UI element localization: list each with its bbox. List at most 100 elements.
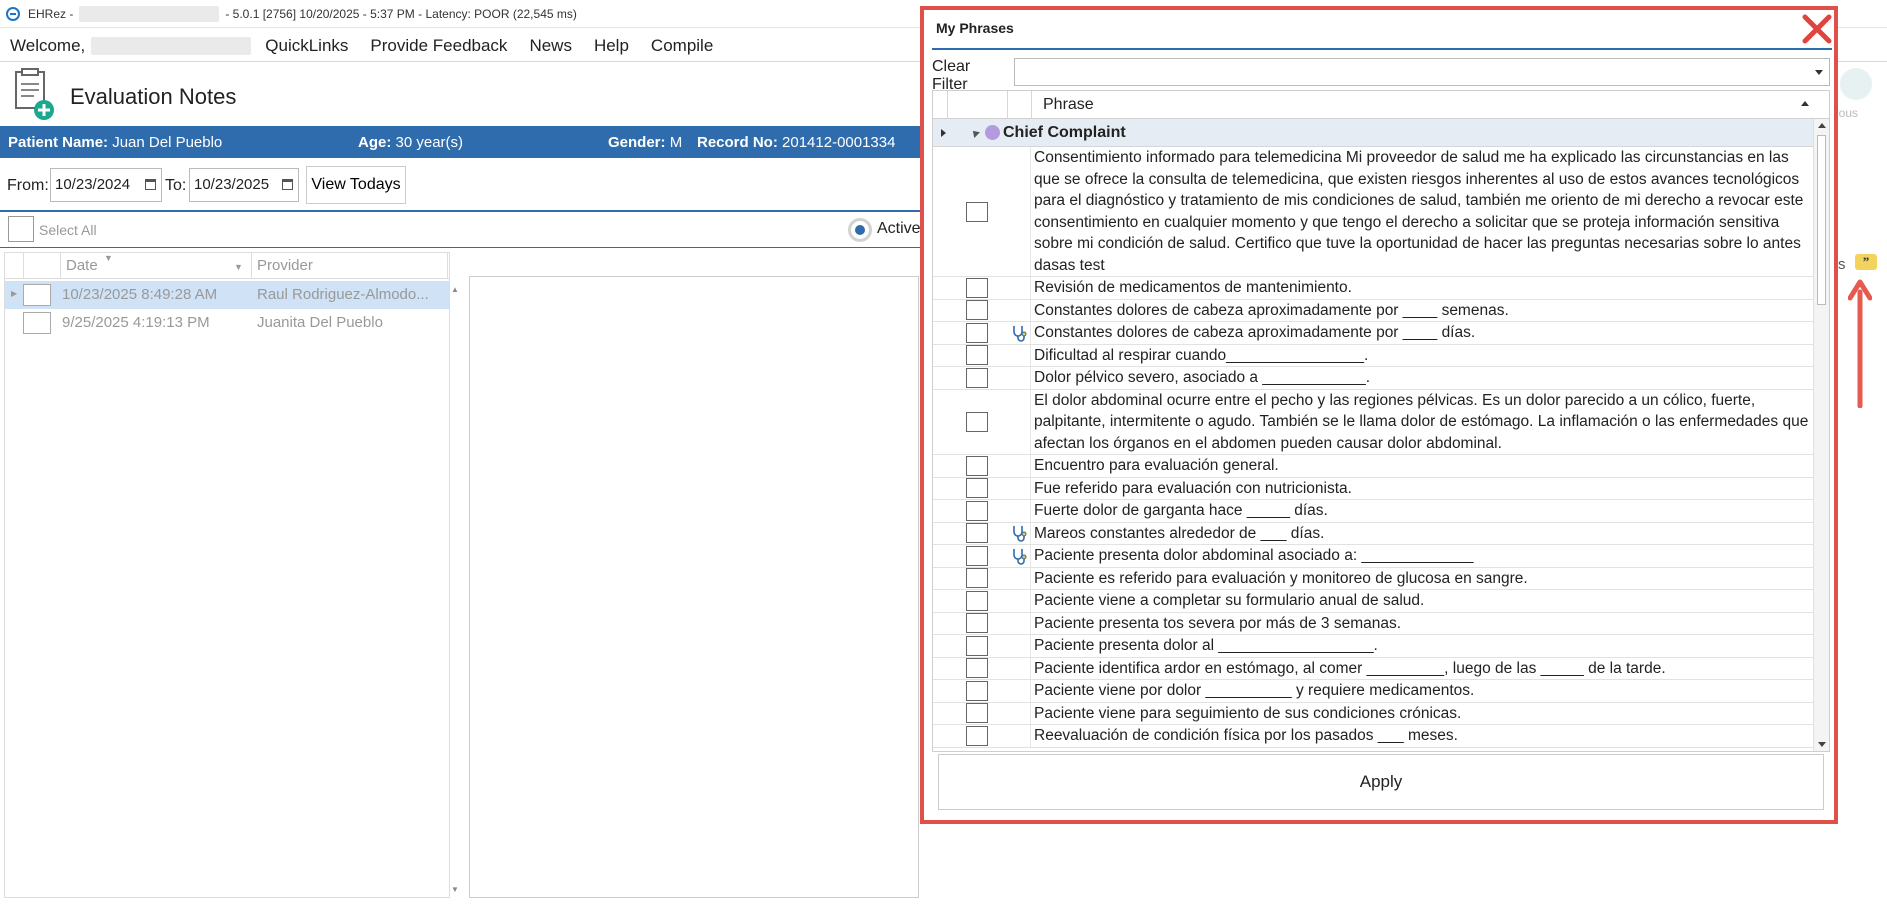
active-radio[interactable] (848, 218, 872, 242)
row-checkbox[interactable] (23, 312, 51, 334)
phrase-checkbox[interactable] (966, 568, 988, 589)
phrase-checkbox[interactable] (966, 455, 988, 476)
phrase-checkbox[interactable] (966, 300, 988, 321)
phrase-row[interactable]: Mareos constantes alrededor de ___ días. (933, 522, 1813, 545)
row-checkbox-cell[interactable] (947, 568, 1007, 590)
row-checkbox-cell[interactable] (947, 367, 1007, 389)
phrase-row[interactable]: Paciente es referido para evaluación y m… (933, 567, 1813, 590)
menu-help[interactable]: Help (594, 36, 629, 56)
row-checkbox-cell[interactable] (947, 478, 1007, 500)
header-date[interactable]: Date (66, 257, 98, 274)
menu-compile[interactable]: Compile (651, 36, 713, 56)
row-checkbox-cell[interactable] (947, 613, 1007, 635)
row-checkbox-cell[interactable] (947, 322, 1007, 344)
row-checkbox-cell[interactable] (947, 545, 1007, 567)
row-checkbox-cell[interactable] (947, 345, 1007, 367)
phrase-row[interactable]: Constantes dolores de cabeza aproximadam… (933, 299, 1813, 322)
phrase-checkbox[interactable] (966, 322, 988, 343)
phrase-checkbox[interactable] (966, 411, 988, 432)
row-checkbox-cell[interactable] (947, 300, 1007, 322)
calendar-icon[interactable] (145, 179, 156, 190)
scroll-down-icon[interactable]: ▼ (451, 885, 459, 894)
phrase-row[interactable]: Paciente viene para seguimiento de sus c… (933, 702, 1813, 725)
table-row[interactable]: ▶ 10/23/2025 8:49:28 AM Raul Rodriguez-A… (5, 281, 449, 309)
phrase-row[interactable]: Paciente viene a completar su formulario… (933, 590, 1813, 613)
expander-icon[interactable] (941, 129, 946, 137)
phrase-checkbox[interactable] (966, 367, 988, 388)
row-checkbox-cell[interactable] (947, 590, 1007, 612)
phrase-checkbox[interactable] (966, 523, 988, 544)
phrase-checkbox[interactable] (966, 201, 988, 222)
vertical-scrollbar[interactable] (1813, 119, 1829, 751)
phrase-row[interactable]: Constantes dolores de cabeza aproximadam… (933, 322, 1813, 345)
phrases-quote-icon[interactable]: ” (1855, 254, 1877, 270)
view-todays-button[interactable]: View Todays (306, 166, 406, 204)
phrase-row[interactable]: Revisión de medicamentos de mantenimient… (933, 277, 1813, 300)
phrase-checkbox[interactable] (966, 277, 988, 298)
row-checkbox-cell[interactable] (947, 680, 1007, 702)
row-checkbox-cell[interactable] (947, 523, 1007, 545)
close-button[interactable] (1800, 12, 1834, 46)
phrase-row[interactable]: El dolor abdominal ocurre entre el pecho… (933, 389, 1813, 455)
phrase-checkbox[interactable] (966, 613, 988, 634)
collapse-icon[interactable] (970, 128, 980, 138)
row-checkbox-cell[interactable] (947, 390, 1007, 455)
phrase-checkbox[interactable] (966, 345, 988, 366)
toolbar-stub[interactable]: ious (1836, 64, 1886, 124)
phrase-checkbox[interactable] (966, 703, 988, 724)
apply-button[interactable]: Apply (938, 754, 1824, 810)
row-checkbox-cell[interactable] (947, 500, 1007, 522)
header-phrase[interactable]: Phrase (1043, 96, 1094, 114)
phrase-row[interactable]: Consentimiento informado para telemedici… (933, 147, 1813, 277)
phrase-row[interactable]: Paciente viene por dolor __________ y re… (933, 680, 1813, 703)
phrase-row[interactable]: Reevaluación de condición física por los… (933, 725, 1813, 748)
menu-news[interactable]: News (529, 36, 572, 56)
sort-asc-icon[interactable] (1801, 101, 1809, 106)
row-checkbox-cell[interactable] (947, 703, 1007, 725)
row-checkbox-cell[interactable] (947, 658, 1007, 680)
row-checkbox-cell[interactable] (947, 725, 1007, 747)
phrase-row[interactable]: Fuerte dolor de garganta hace _____ días… (933, 500, 1813, 523)
menu-provide-feedback[interactable]: Provide Feedback (370, 36, 507, 56)
phrase-checkbox[interactable] (966, 590, 988, 611)
menu-quicklinks[interactable]: QuickLinks (265, 36, 348, 56)
phrase-checkbox[interactable] (966, 680, 988, 701)
group-row-chief-complaint[interactable]: Chief Complaint (933, 119, 1813, 147)
phrase-checkbox[interactable] (966, 478, 988, 499)
chevron-down-icon[interactable] (1815, 70, 1823, 75)
previous-icon[interactable] (1840, 68, 1872, 100)
row-checkbox-cell[interactable] (947, 455, 1007, 477)
row-checkbox-cell[interactable] (947, 635, 1007, 657)
phrase-row[interactable]: Paciente presenta tos severa por más de … (933, 612, 1813, 635)
table-row[interactable]: 9/25/2025 4:19:13 PM Juanita Del Pueblo (5, 309, 449, 337)
close-icon[interactable] (1800, 12, 1834, 46)
clear-filter-button[interactable]: Clear Filter (932, 58, 1010, 93)
to-date-input[interactable]: 10/23/2025 (189, 168, 299, 202)
phrase-row[interactable]: Encuentro para evaluación general. (933, 455, 1813, 478)
phrase-row[interactable]: Dolor pélvico severo, asociado a _______… (933, 367, 1813, 390)
filter-dropdown[interactable] (1014, 58, 1830, 86)
row-checkbox-cell[interactable] (947, 277, 1007, 299)
from-date-input[interactable]: 10/23/2024 (50, 168, 162, 202)
calendar-icon[interactable] (282, 179, 293, 190)
scroll-up-icon[interactable] (1818, 123, 1826, 128)
scroll-thumb[interactable] (1817, 135, 1826, 305)
phrase-checkbox[interactable] (966, 500, 988, 521)
phrase-checkbox[interactable] (966, 635, 988, 656)
scroll-up-icon[interactable]: ▲ (451, 285, 459, 294)
phrase-checkbox[interactable] (966, 545, 988, 566)
header-provider[interactable]: Provider (257, 257, 313, 274)
phrase-checkbox[interactable] (966, 658, 988, 679)
row-checkbox-cell[interactable] (947, 147, 1007, 276)
select-all-checkbox[interactable] (8, 216, 34, 242)
phrase-row[interactable]: Paciente identifica ardor en estómago, a… (933, 657, 1813, 680)
row-expander-icon[interactable]: ▶ (11, 289, 17, 298)
phrase-row[interactable]: Paciente presenta dolor al _____________… (933, 635, 1813, 658)
row-checkbox[interactable] (23, 284, 51, 306)
filter-icon[interactable]: ▼ (104, 253, 113, 263)
phrase-row[interactable]: Fue referido para evaluación con nutrici… (933, 477, 1813, 500)
phrase-row[interactable]: Dificultad al respirar cuando___________… (933, 344, 1813, 367)
phrase-checkbox[interactable] (966, 725, 988, 746)
phrase-row[interactable]: Paciente presenta dolor abdominal asocia… (933, 545, 1813, 568)
scroll-down-icon[interactable] (1818, 742, 1826, 747)
